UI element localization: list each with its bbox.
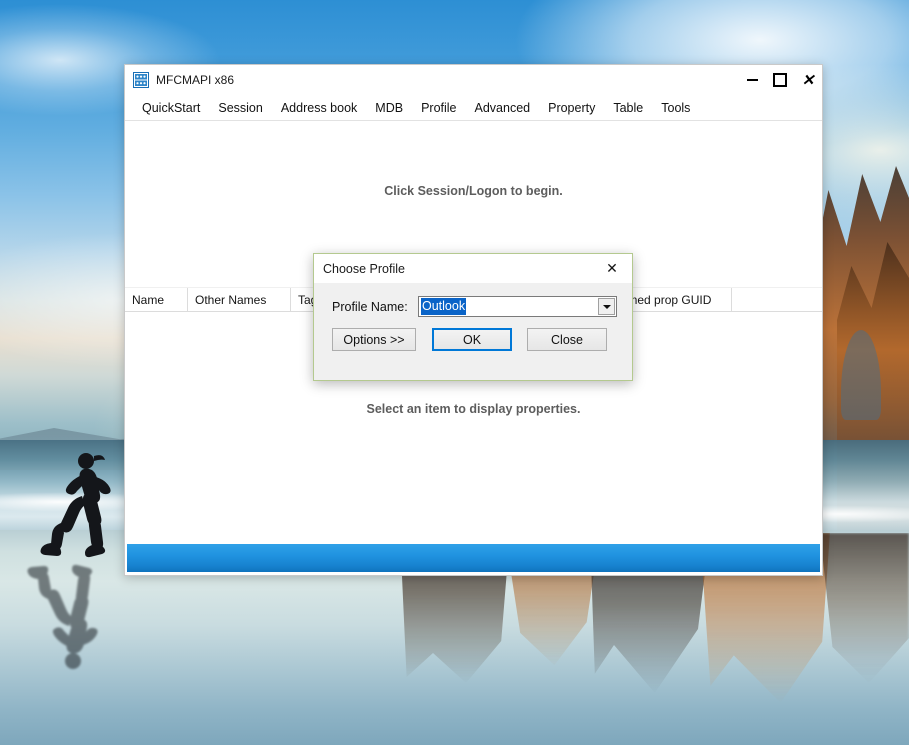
dialog-close-icon[interactable]: ✕	[592, 254, 632, 283]
menu-table[interactable]: Table	[604, 97, 652, 119]
session-hint-text: Click Session/Logon to begin.	[384, 184, 563, 198]
menubar: QuickStart Session Address book MDB Prof…	[125, 95, 822, 121]
choose-profile-dialog: Choose Profile ✕ Profile Name: Outlook O…	[313, 253, 633, 381]
background-runner-reflection	[22, 562, 112, 672]
profile-name-combobox[interactable]: Outlook	[418, 296, 617, 317]
menu-advanced[interactable]: Advanced	[466, 97, 540, 119]
profile-name-value[interactable]: Outlook	[421, 298, 467, 315]
cancel-button[interactable]: Close	[527, 328, 607, 351]
dialog-titlebar[interactable]: Choose Profile ✕	[314, 254, 632, 283]
dialog-button-row: Options >> OK Close	[332, 328, 617, 351]
menu-property[interactable]: Property	[539, 97, 604, 119]
minimize-button[interactable]	[738, 65, 766, 95]
window-title: MFCMAPI x86	[156, 73, 235, 87]
grid-dots-icon	[133, 72, 149, 88]
options-button[interactable]: Options >>	[332, 328, 416, 351]
column-header-other-names[interactable]: Other Names	[188, 288, 291, 311]
menu-tools[interactable]: Tools	[652, 97, 699, 119]
window-titlebar[interactable]: MFCMAPI x86 ✕	[125, 65, 822, 95]
menu-address-book[interactable]: Address book	[272, 97, 366, 119]
profile-name-label: Profile Name:	[332, 299, 408, 314]
dialog-title: Choose Profile	[323, 261, 405, 276]
ok-button[interactable]: OK	[432, 328, 512, 351]
desktop-background: MFCMAPI x86 ✕ QuickStart Session Address…	[0, 0, 909, 745]
background-runner-silhouette	[40, 450, 120, 560]
menu-session[interactable]: Session	[209, 97, 271, 119]
menu-profile[interactable]: Profile	[412, 97, 465, 119]
menu-mdb[interactable]: MDB	[366, 97, 412, 119]
column-header-name[interactable]: Name	[125, 288, 188, 311]
chevron-down-icon[interactable]	[598, 298, 615, 315]
dialog-body: Profile Name: Outlook Options >> OK Clos…	[314, 283, 632, 380]
window-controls: ✕	[738, 65, 822, 95]
menu-quickstart[interactable]: QuickStart	[133, 97, 209, 119]
maximize-button[interactable]	[766, 65, 794, 95]
property-hint-text: Select an item to display properties.	[366, 402, 581, 416]
status-bar	[127, 544, 820, 572]
close-button[interactable]: ✕	[794, 65, 822, 95]
profile-name-field-row: Profile Name: Outlook	[332, 296, 617, 317]
